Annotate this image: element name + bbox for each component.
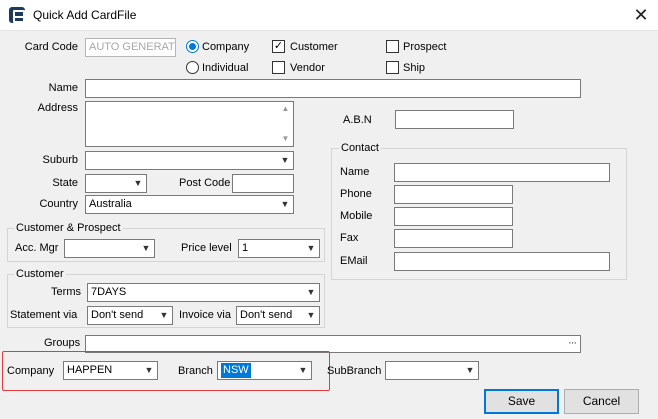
contact-name-input[interactable] — [394, 163, 610, 182]
contact-fax-label: Fax — [340, 232, 359, 244]
abn-input[interactable] — [395, 110, 514, 129]
save-button[interactable]: Save — [484, 389, 559, 414]
subbranch-label: SubBranch — [327, 365, 382, 377]
statement-via-label: Statement via — [10, 309, 78, 321]
statement-via-dropdown[interactable]: Don't send ▼ — [87, 306, 173, 325]
window-title: Quick Add CardFile — [33, 8, 137, 22]
contact-fax-input[interactable] — [394, 229, 513, 248]
invoice-via-dropdown[interactable]: Don't send ▼ — [236, 306, 320, 325]
app-icon — [9, 7, 25, 23]
price-level-dropdown[interactable]: 1 ▼ — [238, 239, 320, 258]
chevron-down-icon: ▼ — [298, 365, 308, 375]
scroll-up-icon[interactable]: ▲ — [278, 102, 293, 116]
state-dropdown[interactable]: ▼ — [85, 174, 147, 193]
chevron-down-icon: ▼ — [306, 310, 316, 320]
contact-phone-label: Phone — [340, 188, 372, 200]
chevron-down-icon: ▼ — [141, 243, 151, 253]
branch-dropdown[interactable]: NSW ▼ — [217, 361, 312, 380]
invoice-via-value: Don't send — [240, 309, 293, 321]
name-input[interactable] — [85, 79, 581, 98]
address-scrollbar[interactable]: ▲ ▼ — [278, 102, 293, 146]
country-label: Country — [39, 198, 78, 210]
vendor-checkbox[interactable] — [272, 61, 285, 74]
name-label: Name — [48, 82, 78, 94]
terms-dropdown[interactable]: 7DAYS ▼ — [87, 283, 320, 302]
acc-mgr-label: Acc. Mgr — [15, 242, 59, 254]
title-bar: Quick Add CardFile ✕ — [0, 0, 658, 31]
chevron-down-icon: ▼ — [306, 287, 316, 297]
individual-radio[interactable] — [186, 61, 199, 74]
card-code-field: AUTO GENERATE — [85, 38, 176, 57]
contact-phone-input[interactable] — [394, 185, 513, 204]
contact-email-input[interactable] — [394, 252, 610, 271]
subbranch-dropdown[interactable]: ▼ — [385, 361, 479, 380]
cancel-button[interactable]: Cancel — [564, 389, 639, 414]
state-label: State — [52, 177, 78, 189]
company-value: HAPPEN — [67, 364, 113, 376]
suburb-label: Suburb — [42, 154, 78, 166]
price-level-value: 1 — [242, 242, 249, 254]
groups-browse-icon[interactable]: ··· — [563, 337, 581, 353]
prospect-checkbox-label: Prospect — [403, 41, 447, 53]
address-textarea[interactable]: ▲ ▼ — [85, 101, 294, 147]
suburb-dropdown[interactable]: ▼ — [85, 151, 294, 170]
price-level-label: Price level — [181, 242, 232, 254]
scroll-down-icon[interactable]: ▼ — [278, 132, 293, 146]
contact-email-label: EMail — [340, 255, 368, 267]
customer-group-title: Customer — [14, 267, 66, 281]
chevron-down-icon: ▼ — [280, 155, 290, 165]
vendor-checkbox-label: Vendor — [290, 62, 325, 74]
contact-group-title: Contact — [339, 141, 381, 155]
card-code-label: Card Code — [24, 41, 78, 53]
branch-value: NSW — [221, 363, 251, 378]
terms-label: Terms — [51, 286, 81, 298]
branch-label: Branch — [178, 365, 213, 377]
contact-name-label: Name — [340, 166, 370, 178]
invoice-via-label: Invoice via — [179, 309, 231, 321]
chevron-down-icon: ▼ — [306, 243, 316, 253]
ship-checkbox[interactable] — [386, 61, 399, 74]
chevron-down-icon: ▼ — [144, 365, 154, 375]
chevron-down-icon: ▼ — [465, 365, 475, 375]
close-icon[interactable]: ✕ — [628, 4, 654, 28]
ship-checkbox-label: Ship — [403, 62, 426, 74]
customer-prospect-group-title: Customer & Prospect — [14, 221, 123, 235]
contact-mobile-input[interactable] — [394, 207, 513, 226]
terms-value: 7DAYS — [91, 286, 127, 298]
statement-via-value: Don't send — [91, 309, 144, 321]
prospect-checkbox[interactable] — [386, 40, 399, 53]
chevron-down-icon: ▼ — [133, 178, 143, 188]
customer-checkbox-label: Customer — [290, 41, 338, 53]
customer-checkbox[interactable]: ✓ — [272, 40, 285, 53]
country-dropdown[interactable]: Australia ▼ — [85, 195, 294, 214]
chevron-down-icon: ▼ — [280, 199, 290, 209]
address-label: Address — [37, 102, 78, 114]
individual-radio-label: Individual — [202, 62, 249, 74]
postcode-input[interactable] — [232, 174, 294, 193]
acc-mgr-dropdown[interactable]: ▼ — [64, 239, 155, 258]
country-value: Australia — [89, 198, 132, 210]
company-label: Company — [7, 365, 55, 377]
postcode-label: Post Code — [179, 177, 231, 189]
company-radio[interactable] — [186, 40, 199, 53]
abn-label: A.B.N — [343, 114, 372, 126]
chevron-down-icon: ▼ — [159, 310, 169, 320]
contact-mobile-label: Mobile — [340, 210, 373, 222]
company-dropdown[interactable]: HAPPEN ▼ — [63, 361, 158, 380]
groups-label: Groups — [44, 337, 81, 349]
company-radio-label: Company — [202, 41, 250, 53]
